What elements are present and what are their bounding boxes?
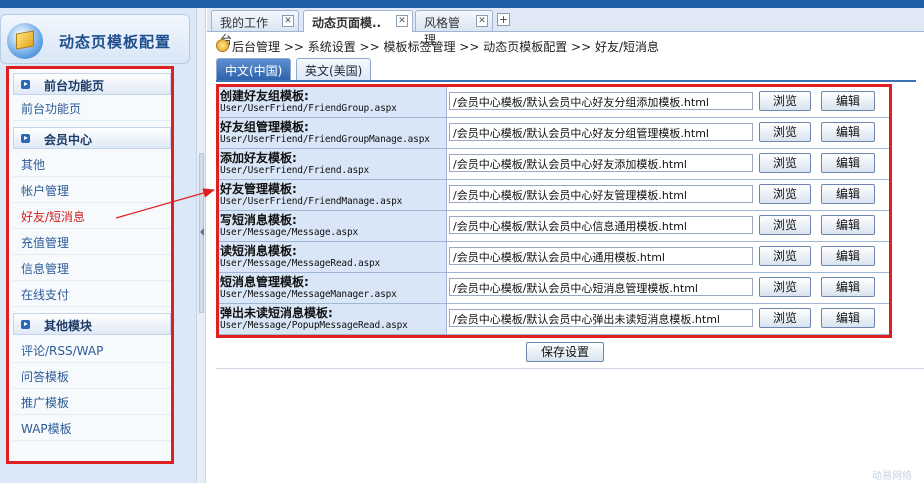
top-strip [0,0,924,8]
edit-button[interactable]: 编辑 [821,277,875,297]
edit-button[interactable]: 编辑 [821,215,875,235]
tab-dynamic-template[interactable]: 动态页面模.. ✕ [303,10,413,32]
add-tab-icon[interactable]: + [497,13,510,26]
sidebar-item-account[interactable]: 帐户管理 [13,179,171,203]
row-title: 好友管理模板: [220,182,297,196]
row-path: User/Message/Message.aspx [220,227,358,238]
row-path: User/Message/PopupMessageRead.aspx [220,320,408,331]
close-icon[interactable]: ✕ [476,15,488,27]
row-title: 创建好友组模板: [220,89,309,103]
table-row: 弹出未读短消息模板: User/Message/PopupMessageRead.… [219,304,889,335]
browse-button[interactable]: 浏览 [759,122,811,142]
browse-button[interactable]: 浏览 [759,246,811,266]
sidebar-item-other[interactable]: 其他 [13,153,171,177]
sidebar-item-wap-template[interactable]: WAP模板 [13,417,171,441]
template-path-input[interactable]: /会员中心模板/默认会员中心好友添加模板.html [449,154,753,172]
template-path-input[interactable]: /会员中心模板/默认会员中心好友分组管理模板.html [449,123,753,141]
edit-button[interactable]: 编辑 [821,246,875,266]
edit-button[interactable]: 编辑 [821,153,875,173]
edit-button[interactable]: 编辑 [821,184,875,204]
browse-button[interactable]: 浏览 [759,91,811,111]
row-title: 读短消息模板: [220,244,297,258]
sidebar-title: 动态页模板配置 [59,33,172,51]
edit-button[interactable]: 编辑 [821,308,875,328]
table-row: 好友组管理模板: User/UserFriend/FriendGroupManag… [219,118,889,149]
table-row: 添加好友模板: User/UserFriend/Friend.aspx /会员中心… [219,149,889,180]
cube-logo-icon [7,23,43,59]
table-row: 读短消息模板: User/Message/MessageRead.aspx /会员… [219,242,889,273]
browse-button[interactable]: 浏览 [759,277,811,297]
row-path: User/UserFriend/FriendGroup.aspx [220,103,397,114]
sidebar-splitter[interactable] [196,8,206,483]
table-row: 短消息管理模板: User/Message/MessageManager.aspx… [219,273,889,304]
template-path-input[interactable]: /会员中心模板/默认会员中心好友管理模板.html [449,185,753,203]
table-row: 写短消息模板: User/Message/Message.aspx /会员中心模板… [219,211,889,242]
watermark: 动易网络 [872,471,912,482]
close-icon[interactable]: ✕ [282,15,294,27]
close-icon[interactable]: ✕ [396,15,408,27]
table-row: 好友管理模板: User/UserFriend/FriendManage.aspx… [219,180,889,211]
section-member-center[interactable]: 会员中心 [13,127,171,149]
template-path-input[interactable]: /会员中心模板/默认会员中心好友分组添加模板.html [449,92,753,110]
expand-arrow-icon [21,80,30,89]
sidebar-item-info[interactable]: 信息管理 [13,257,171,281]
tab-bar: 我的工作台 ✕ 动态页面模.. ✕ 风格管理 ✕ + [207,8,924,47]
section-frontend[interactable]: 前台功能页 [13,73,171,95]
browse-button[interactable]: 浏览 [759,184,811,204]
save-settings-button[interactable]: 保存设置 [526,342,604,362]
tab-style-manage[interactable]: 风格管理 ✕ [415,10,493,47]
browse-button[interactable]: 浏览 [759,308,811,328]
expand-arrow-icon [21,134,30,143]
tab-underline [216,80,916,82]
sidebar-item-recharge[interactable]: 充值管理 [13,231,171,255]
edit-button[interactable]: 编辑 [821,122,875,142]
sidebar: 动态页模板配置 前台功能页 前台功能页 会员中心 其他 帐户管理 好友/短消息 … [0,8,196,483]
row-title: 弹出未读短消息模板: [220,306,333,320]
row-title: 短消息管理模板: [220,275,309,289]
browse-button[interactable]: 浏览 [759,215,811,235]
template-path-input[interactable]: /会员中心模板/默认会员中心信息通用模板.html [449,216,753,234]
sidebar-menu: 前台功能页 前台功能页 会员中心 其他 帐户管理 好友/短消息 充值管理 信息管… [6,66,174,464]
expand-arrow-icon [21,320,30,329]
template-path-input[interactable]: /会员中心模板/默认会员中心通用模板.html [449,247,753,265]
template-path-input[interactable]: /会员中心模板/默认会员中心短消息管理模板.html [449,278,753,296]
breadcrumb: 后台管理 >> 系统设置 >> 模板标签管理 >> 动态页模板配置 >> 好友/… [216,38,916,56]
sidebar-header: 动态页模板配置 [0,14,190,64]
row-title: 写短消息模板: [220,213,297,227]
tab-workbench[interactable]: 我的工作台 ✕ [211,10,299,47]
row-path: User/UserFriend/Friend.aspx [220,165,370,176]
row-path: User/UserFriend/FriendManage.aspx [220,196,403,207]
sidebar-item-payment[interactable]: 在线支付 [13,283,171,307]
tab-lang-zh[interactable]: 中文(中国) [216,58,292,80]
sidebar-item-friends-messages[interactable]: 好友/短消息 [13,205,171,229]
edit-button[interactable]: 编辑 [821,91,875,111]
table-row: 创建好友组模板: User/UserFriend/FriendGroup.aspx… [219,87,889,118]
row-title: 好友组管理模板: [220,120,309,134]
home-icon [216,39,229,52]
collapse-handle[interactable] [199,153,204,313]
sidebar-item-frontend-page[interactable]: 前台功能页 [13,97,171,121]
row-path: User/Message/MessageRead.aspx [220,258,381,269]
template-settings-table: 创建好友组模板: User/UserFriend/FriendGroup.aspx… [216,84,892,338]
browse-button[interactable]: 浏览 [759,153,811,173]
row-path: User/Message/MessageManager.aspx [220,289,397,300]
divider [216,368,924,369]
tab-lang-en[interactable]: 英文(美国) [296,58,372,80]
sidebar-item-promo-template[interactable]: 推广模板 [13,391,171,415]
row-title: 添加好友模板: [220,151,297,165]
row-path: User/UserFriend/FriendGroupManage.aspx [220,134,430,145]
section-other-modules[interactable]: 其他模块 [13,313,171,335]
sidebar-item-comment-rss-wap[interactable]: 评论/RSS/WAP [13,339,171,363]
template-path-input[interactable]: /会员中心模板/默认会员中心弹出未读短消息模板.html [449,309,753,327]
sidebar-item-qa-template[interactable]: 问答模板 [13,365,171,389]
